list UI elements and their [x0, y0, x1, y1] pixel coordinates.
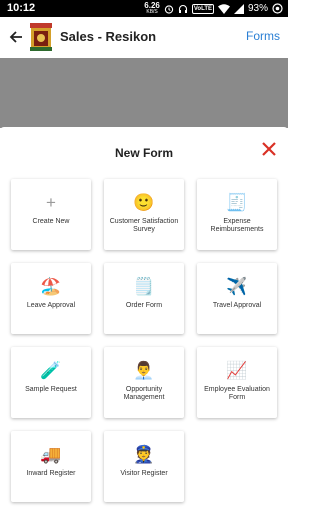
chart-increasing-icon: 📈	[226, 361, 248, 380]
alarm-icon	[164, 4, 174, 14]
form-card-label: Order Form	[125, 302, 163, 309]
company-logo	[30, 23, 52, 51]
modal-backdrop[interactable]	[0, 58, 288, 128]
status-icons: 6.26 KB/S VoLTE 93%	[144, 1, 283, 16]
form-card-label: Opportunity Management	[123, 386, 165, 401]
close-icon[interactable]	[261, 141, 277, 157]
beach-umbrella-icon: 🏖️	[40, 277, 62, 296]
form-card-label: Expense Reimbursements	[210, 218, 264, 233]
form-card-label: Customer Satisfaction Survey	[109, 218, 179, 233]
form-card-visitor-register[interactable]: 👮 Visitor Register	[104, 431, 184, 502]
form-card-sample-request[interactable]: 🧪 Sample Request	[11, 347, 91, 418]
sheet-title: New Form	[114, 146, 173, 160]
status-time: 10:12	[7, 2, 36, 14]
airplane-icon: ✈️	[226, 277, 248, 296]
notepad-icon: 🗒️	[133, 277, 155, 296]
headphones-icon	[178, 4, 188, 14]
form-card-label: Travel Approval	[212, 302, 262, 309]
volte-badge: VoLTE	[191, 3, 214, 14]
new-form-sheet: New Form + Create New 🙂 Customer Satisfa…	[0, 127, 288, 512]
form-card-expense-reimbursements[interactable]: 🧾 Expense Reimbursements	[197, 179, 277, 250]
network-speed: 6.26 KB/S	[144, 0, 160, 16]
forms-link[interactable]: Forms	[246, 29, 280, 43]
form-card-order-form[interactable]: 🗒️ Order Form	[104, 263, 184, 334]
smiley-icon: 🙂	[133, 193, 155, 212]
wifi-icon	[217, 3, 230, 14]
app-title: Sales - Resikon	[60, 29, 157, 44]
sync-icon	[272, 3, 283, 14]
form-card-customer-satisfaction-survey[interactable]: 🙂 Customer Satisfaction Survey	[104, 179, 184, 250]
delivery-truck-icon: 🚚	[40, 445, 62, 464]
form-card-label: Leave Approval	[26, 302, 76, 309]
app-bar: Sales - Resikon Forms	[0, 17, 288, 58]
battery-percent: 93%	[247, 3, 268, 14]
back-arrow-icon[interactable]	[6, 26, 26, 48]
form-card-label: Visitor Register	[120, 470, 168, 477]
form-card-employee-evaluation-form[interactable]: 📈 Employee Evaluation Form	[197, 347, 277, 418]
police-officer-icon: 👮	[133, 445, 155, 464]
form-card-inward-register[interactable]: 🚚 Inward Register	[11, 431, 91, 502]
form-card-label: Create New	[32, 218, 70, 225]
receipt-icon: 🧾	[226, 193, 248, 212]
status-bar: 10:12 6.26 KB/S VoLTE 93%	[0, 0, 288, 17]
form-card-label: Inward Register	[26, 470, 76, 477]
form-card-create-new[interactable]: + Create New	[11, 179, 91, 250]
signal-icon	[233, 3, 244, 14]
form-card-travel-approval[interactable]: ✈️ Travel Approval	[197, 263, 277, 334]
plus-icon: +	[46, 193, 56, 212]
form-card-leave-approval[interactable]: 🏖️ Leave Approval	[11, 263, 91, 334]
form-card-opportunity-management[interactable]: 👨‍💼 Opportunity Management	[104, 347, 184, 418]
network-speed-value: 6.26	[144, 0, 160, 10]
form-card-label: Sample Request	[25, 386, 77, 393]
businessman-icon: 👨‍💼	[133, 361, 155, 380]
form-card-label: Employee Evaluation Form	[204, 386, 270, 401]
network-speed-unit: KB/S	[146, 8, 158, 15]
test-tube-icon: 🧪	[40, 361, 62, 380]
